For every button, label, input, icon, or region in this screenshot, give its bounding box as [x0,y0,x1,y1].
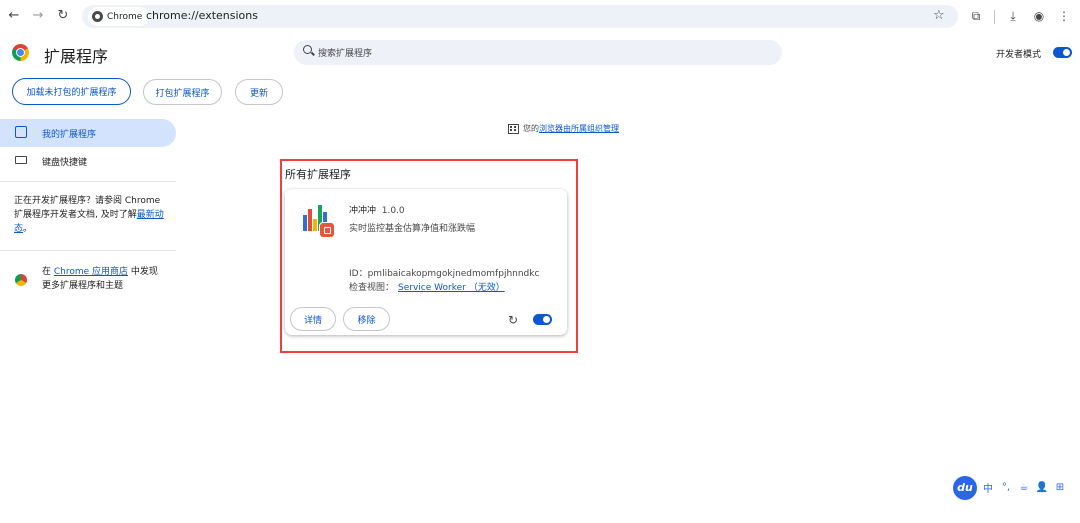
puzzle-icon [15,126,27,138]
extension-id: ID：pmlibaicakopmgokjnedmomfpjhnndkc [349,269,540,279]
sidebar-divider [0,250,176,251]
extension-enable-toggle[interactable] [533,314,552,325]
ime-toolbar: du 中 °, ☕ 👤 ⊞ [953,474,1076,501]
sidebar-item-label: 我的扩展程序 [42,130,97,140]
search-placeholder: 搜索扩展程序 [318,49,373,59]
download-icon[interactable]: ⤓ [1005,8,1021,24]
back-icon[interactable]: ← [6,8,22,24]
ime-grid-icon[interactable]: ⊞ [1053,482,1067,493]
reload-extension-icon[interactable]: ↻ [508,313,518,327]
details-button[interactable]: 详情 [290,307,336,331]
developer-mode-toggle[interactable] [1053,47,1072,58]
extension-version: 1.0.0 [381,206,405,216]
page-title: 扩展程序 [44,47,109,66]
extension-name: 冲冲冲 [349,206,377,216]
service-worker-link[interactable]: Service Worker （无效） [398,283,505,293]
webstore-note: 在 Chrome 应用商店 中发现更多扩展程序和主题 [42,265,162,293]
ime-skin-icon[interactable]: ☕ [1017,482,1031,493]
profile-icon[interactable]: ◉ [1031,8,1047,24]
update-button[interactable]: 更新 [235,79,283,105]
chrome-chip-icon [92,11,103,22]
toolbar-divider [994,10,995,24]
keyboard-icon [15,156,27,164]
site-chip-label: Chrome [107,11,143,22]
bookmark-star-icon[interactable]: ☆ [933,8,945,23]
site-chip[interactable]: Chrome [88,7,150,26]
managed-prefix: 您的 [523,124,539,133]
webstore-note-prefix: 在 [42,267,54,277]
pack-extension-button[interactable]: 打包扩展程序 [143,79,222,105]
developer-note-period: 。 [23,224,33,234]
ime-chinese-mode[interactable]: 中 [981,480,995,495]
developer-mode-label: 开发者模式 [996,50,1042,60]
baidu-ime-logo[interactable]: du [953,475,977,500]
remove-button[interactable]: 移除 [343,307,390,331]
reload-icon[interactable]: ↻ [55,8,71,24]
forward-icon[interactable]: → [30,8,46,24]
sidebar-item-shortcuts[interactable]: 键盘快捷键 [42,155,87,168]
managed-link[interactable]: 浏览器由所属组织管理 [539,123,619,134]
load-unpacked-button[interactable]: 加载未打包的扩展程序 [12,78,131,105]
extension-title: 冲冲冲 1.0.0 [349,203,405,216]
sidebar-divider [0,181,176,182]
webstore-icon [15,274,27,286]
ime-user-icon[interactable]: 👤 [1035,482,1049,493]
menu-icon[interactable]: ⋮ [1056,8,1072,24]
search-icon [303,45,312,54]
building-icon [508,123,519,134]
extensions-puzzle-icon[interactable]: ⧉ [968,8,984,24]
developer-note: 正在开发扩展程序？请参阅 Chrome 扩展程序开发者文档, 及时了解最新动态。 [14,194,164,236]
section-title: 所有扩展程序 [285,168,351,181]
chrome-logo-icon [12,44,29,61]
url-text[interactable]: chrome://extensions [146,9,258,22]
inspect-views: 检查视图： Service Worker （无效） [349,280,505,293]
ime-punctuation-icon[interactable]: °, [999,482,1013,493]
webstore-link[interactable]: Chrome 应用商店 [54,267,128,277]
inspect-views-label: 检查视图： [349,283,395,293]
extension-description: 实时监控基金估算净值和涨跌幅 [349,224,476,234]
extension-badge-icon [319,222,335,238]
managed-notice: 您的 浏览器由所属组织管理 [508,123,619,134]
